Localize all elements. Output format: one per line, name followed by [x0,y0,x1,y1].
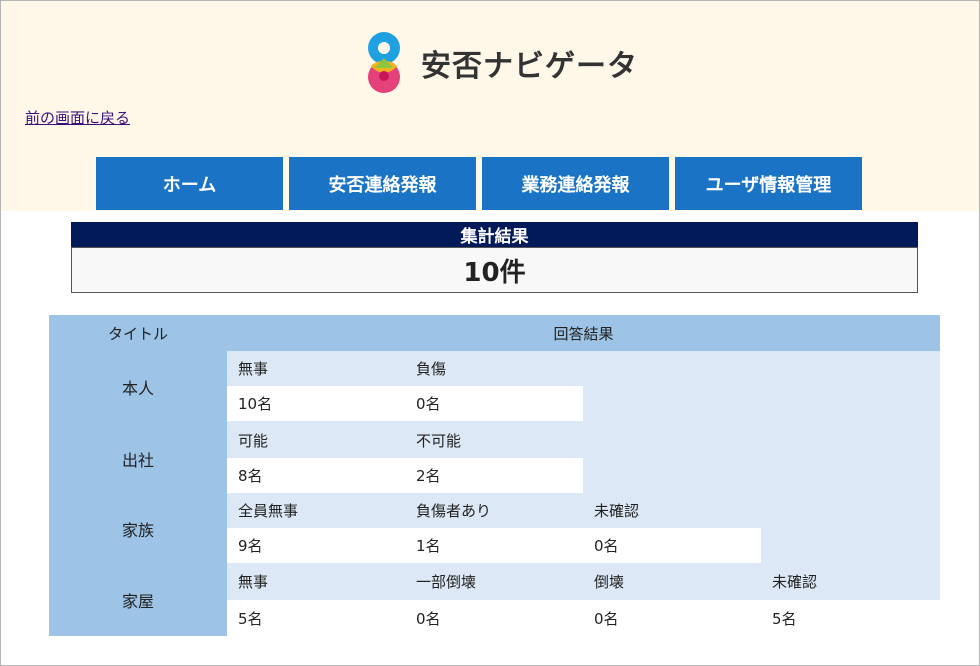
nav-user-management-button[interactable]: ユーザ情報管理 [675,157,862,210]
app-logo: 安否ナビゲータ [361,28,638,98]
nav-home-button[interactable]: ホーム [96,157,283,210]
option-cell: 可能 [238,432,269,450]
value-cell: 5名 [227,600,405,636]
value-cell: 5名 [761,600,940,636]
option-cell: 一部倒壊 [416,573,477,591]
nav-business-notice-button[interactable]: 業務連絡発報 [482,157,669,210]
value-cell: 0名 [405,386,583,421]
back-link[interactable]: 前の画面に戻る [25,107,130,128]
summary-count: 10件 [71,247,918,293]
option-cell: 未確認 [594,502,640,520]
main-nav: ホーム 安否連絡発報 業務連絡発報 ユーザ情報管理 [96,157,862,210]
value-cell: 10名 [227,386,405,421]
option-cell: 負傷 [416,360,447,378]
option-cell: 無事 [238,360,269,378]
value-cell: 0名 [583,600,761,636]
row-label-family: 家族 [49,493,227,565]
value-cell: 0名 [583,528,761,563]
value-cell: 2名 [405,458,583,493]
row-label-self: 本人 [49,351,227,423]
value-cell: 9名 [227,528,405,563]
summary-title: 集計結果 [71,222,918,247]
option-cell: 倒壊 [594,573,625,591]
nav-safety-notice-button[interactable]: 安否連絡発報 [289,157,476,210]
row-label-attendance: 出社 [49,423,227,495]
option-cell: 負傷者あり [416,502,492,520]
value-cell: 8名 [227,458,405,493]
logo-text: 安否ナビゲータ [421,49,638,84]
value-cell: 0名 [405,600,583,636]
row-label-house: 家屋 [49,564,227,636]
header-title: タイトル [49,315,227,351]
option-cell: 未確認 [772,573,818,591]
header-result: 回答結果 [227,315,940,351]
value-cell: 1名 [405,528,583,563]
option-cell: 不可能 [416,432,462,450]
results-table: タイトル 回答結果 本人 無事 負傷 10名 0名 出社 可能 不可能 8名 2… [49,315,940,636]
option-cell: 全員無事 [238,502,299,520]
logo-icon [361,30,407,96]
option-cell: 無事 [238,573,269,591]
page-header: 安否ナビゲータ 前の画面に戻る ホーム 安否連絡発報 業務連絡発報 ユーザ情報管… [1,1,979,211]
